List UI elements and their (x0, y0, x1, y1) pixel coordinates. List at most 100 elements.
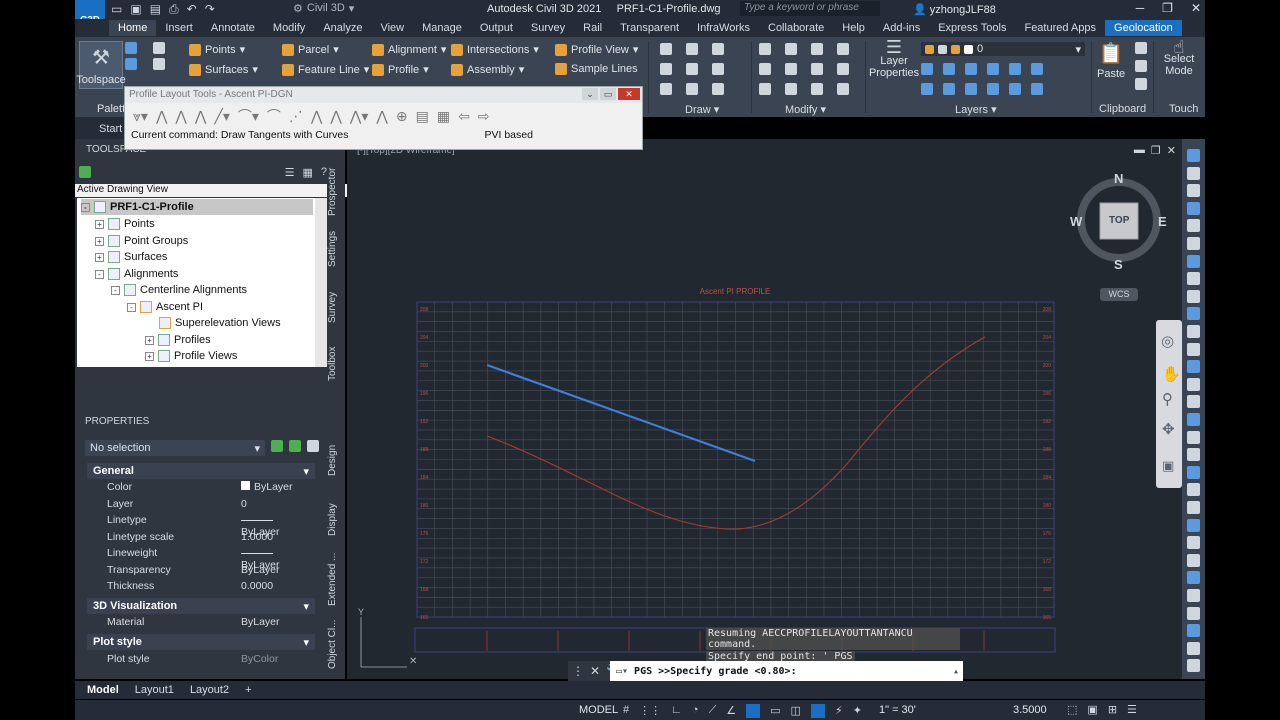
draw-tangents-icon[interactable]: ⩔▾ (133, 108, 148, 125)
strip-tool-icon[interactable] (1187, 553, 1200, 567)
palette-icon[interactable] (153, 58, 165, 70)
strip-tool-icon[interactable] (1187, 377, 1200, 391)
polyline-icon[interactable] (712, 43, 724, 55)
compass-east[interactable]: E (1158, 214, 1167, 229)
strip-tool-icon[interactable] (1187, 659, 1200, 673)
entity-grid-icon[interactable]: ▤ (416, 108, 429, 125)
compass-north[interactable]: N (1114, 171, 1123, 186)
layer-tool-icon[interactable] (965, 83, 977, 95)
layer-dropdown[interactable]: 0 ▾ (921, 42, 1085, 56)
graphics-icon[interactable]: ▣ (1087, 703, 1097, 716)
parcel-button[interactable]: Parcel ▾ (282, 43, 339, 56)
user-account[interactable]: 👤 yzhongJLF88 (913, 3, 996, 16)
save-as-icon[interactable]: ▤ (150, 2, 161, 17)
strip-tool-icon[interactable] (1187, 483, 1200, 497)
tree-item-superelevation-views[interactable]: Superelevation Views (159, 315, 281, 331)
strip-tool-icon[interactable] (1187, 342, 1200, 356)
array-icon[interactable] (811, 83, 823, 95)
tab-transparent[interactable]: Transparent (611, 20, 688, 36)
strip-tool-icon[interactable] (1187, 237, 1200, 250)
sample-lines-button[interactable]: Sample Lines (555, 63, 638, 75)
toggle-pickadd-icon[interactable] (271, 440, 283, 452)
tree-item-point-groups[interactable]: + Point Groups (95, 233, 188, 249)
delete-pvi-icon[interactable]: ⋀ (175, 108, 186, 125)
transparency-icon[interactable]: ◫ (791, 704, 801, 718)
section-general[interactable]: General ▾ (87, 463, 315, 479)
tree-scrollbar[interactable] (315, 198, 327, 367)
strip-tool-icon[interactable] (1187, 589, 1200, 602)
strip-tool-icon[interactable] (1187, 465, 1200, 479)
layer-tool-icon[interactable] (1031, 63, 1043, 75)
close-icon[interactable]: ✕ (590, 664, 600, 678)
section-plot-style[interactable]: Plot style ▾ (87, 634, 315, 650)
layer-tool-icon[interactable] (1031, 83, 1043, 95)
isodraft-icon[interactable]: ⟋ (709, 704, 717, 718)
strip-tool-icon[interactable] (1187, 219, 1200, 233)
tab-layout1[interactable]: Layout1 (135, 684, 174, 696)
tab-add-ins[interactable]: Add-ins (874, 20, 929, 36)
layer-properties-button[interactable]: ☰ Layer Properties (869, 38, 919, 79)
strip-tool-icon[interactable] (1187, 289, 1200, 303)
pvi-grid-icon[interactable]: ⊕ (396, 108, 408, 125)
redo-icon[interactable]: ↷ (205, 2, 215, 17)
print-icon[interactable]: ⎙ (169, 2, 179, 17)
raise-lower-icon[interactable]: ⋀ (330, 108, 341, 125)
insert-pvi-icon[interactable]: ⋀ (156, 108, 167, 125)
strip-tool-icon[interactable] (1187, 448, 1200, 462)
cut-icon[interactable] (1135, 60, 1147, 72)
clean-screen-icon[interactable]: ⊞ (1108, 703, 1117, 716)
tab-layout2[interactable]: Layout2 (190, 684, 229, 696)
expander-icon[interactable]: - (127, 302, 136, 312)
expander-icon[interactable]: - (95, 269, 104, 279)
paste-button[interactable]: 📋 Paste (1097, 41, 1125, 80)
gradient-icon[interactable] (712, 83, 724, 95)
property-row[interactable]: Transparency ByLayer (87, 564, 315, 580)
grid-icon[interactable]: ▦ (302, 166, 312, 179)
spline-icon[interactable] (660, 83, 672, 95)
intersections-button[interactable]: Intersections ▾ (451, 43, 539, 56)
feature-line-button[interactable]: Feature Line ▾ (282, 63, 369, 76)
tab-toolbox[interactable]: Toolbox (327, 344, 345, 384)
arc-icon[interactable] (686, 43, 698, 55)
customize-icon[interactable]: ☰ (1127, 703, 1137, 716)
tab-manage[interactable]: Manage (413, 20, 471, 36)
layer-tool-icon[interactable] (943, 83, 955, 95)
strip-tool-icon[interactable] (1187, 149, 1200, 162)
strip-tool-icon[interactable] (1187, 254, 1200, 268)
line-icon[interactable]: ╱▾ (214, 108, 229, 125)
property-row[interactable]: Linetype scale 1.0000 (87, 531, 315, 547)
search-input[interactable]: Type a keyword or phrase (740, 1, 880, 16)
match-properties-icon[interactable] (1135, 78, 1147, 90)
circle-icon[interactable] (660, 63, 672, 75)
osnap-icon[interactable] (746, 704, 761, 718)
minimize-icon[interactable]: ─ (1136, 1, 1145, 15)
scale-icon[interactable] (785, 83, 797, 95)
property-row[interactable]: Color ByLayer (87, 481, 315, 497)
expander-icon[interactable]: - (111, 285, 120, 295)
tab-design[interactable]: Design (327, 442, 345, 478)
wcs-menu[interactable]: WCS (1100, 288, 1138, 301)
palette-icon[interactable] (153, 42, 165, 54)
add-layout-icon[interactable]: + (245, 684, 251, 696)
tree-item-surfaces[interactable]: + Surfaces (95, 249, 167, 265)
convert-icon[interactable]: ⋰ (289, 108, 303, 125)
tab-analyze[interactable]: Analyze (314, 20, 371, 36)
alignment-button[interactable]: Alignment ▾ (372, 43, 446, 56)
surfaces-button[interactable]: Surfaces ▾ (189, 63, 258, 76)
strip-tool-icon[interactable] (1187, 166, 1200, 180)
strip-tool-icon[interactable] (1187, 571, 1200, 585)
strip-tool-icon[interactable] (1187, 430, 1200, 444)
tab-help[interactable]: Help (833, 20, 874, 36)
save-icon[interactable]: ▣ (130, 2, 141, 17)
polar-icon[interactable]: ◔ (692, 704, 699, 718)
lineweight-icon[interactable]: ▭ (770, 704, 780, 718)
rectangle-icon[interactable] (686, 63, 698, 75)
object-track-icon[interactable]: ∠ (726, 704, 736, 718)
tab-model[interactable]: Model (87, 684, 119, 696)
assembly-button[interactable]: Assembly ▾ (451, 63, 524, 76)
tree-item-profiles[interactable]: + Profiles (145, 332, 211, 348)
tree-item-profile-views[interactable]: + Profile Views (145, 348, 237, 364)
start-tab[interactable]: Start (75, 117, 125, 139)
tab-featured-apps[interactable]: Featured Apps (1015, 20, 1105, 36)
tab-survey[interactable]: Survey (327, 289, 345, 325)
